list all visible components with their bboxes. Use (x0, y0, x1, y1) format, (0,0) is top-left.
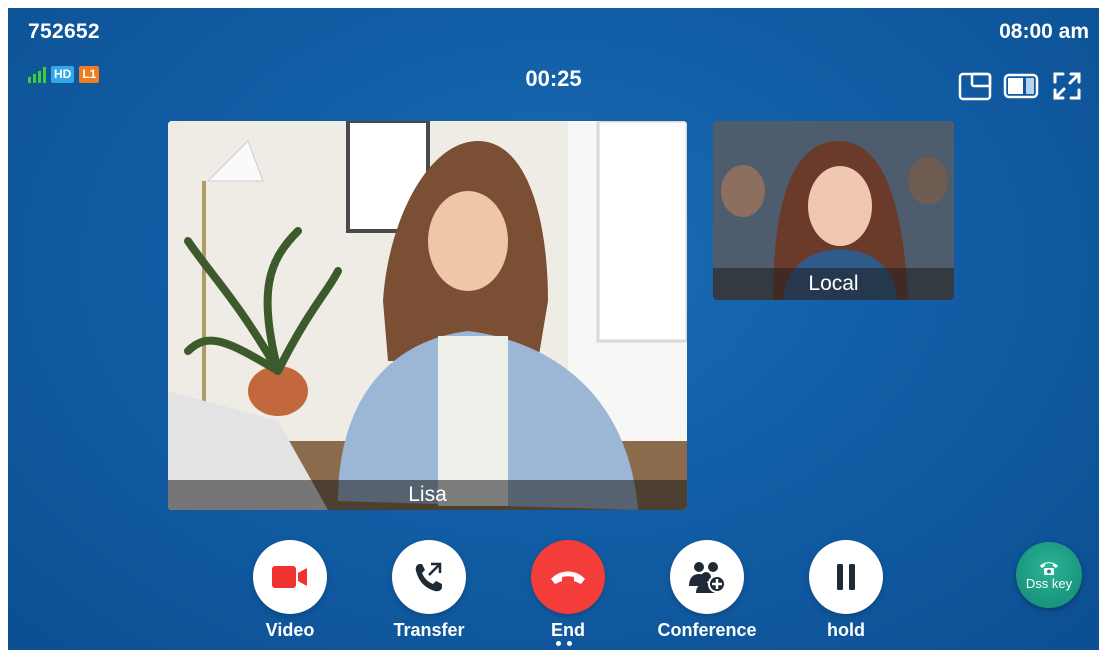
transfer-phone-icon (415, 562, 442, 592)
local-video[interactable]: Local (713, 121, 954, 300)
remote-video-image (168, 121, 687, 510)
layout-switcher (957, 68, 1085, 104)
video-label: Video (265, 620, 315, 640)
remote-video[interactable]: Lisa (168, 121, 687, 510)
dss-key-label: Dss key (1025, 575, 1073, 591)
conference-button[interactable] (670, 540, 744, 614)
conference-label: Conference (657, 620, 757, 640)
pause-icon (837, 564, 855, 590)
page-indicator (556, 641, 572, 646)
video-button[interactable] (253, 540, 327, 614)
video-control: Video (253, 540, 392, 641)
remote-name-label: Lisa (168, 480, 687, 510)
call-timer: 00:25 (525, 66, 582, 91)
picture-in-picture-icon[interactable] (957, 68, 993, 104)
end-call-button[interactable] (531, 540, 605, 614)
clock: 08:00 am (999, 20, 1089, 43)
hold-button[interactable] (809, 540, 883, 614)
phone-icon (1040, 561, 1058, 575)
extension-number: 752652 (28, 20, 100, 43)
hold-control: hold (809, 540, 948, 641)
split-view-icon[interactable] (1003, 68, 1039, 104)
conference-add-icon (689, 562, 726, 593)
end-label: End (551, 620, 585, 640)
transfer-control: Transfer (392, 540, 531, 641)
video-camera-icon (272, 566, 307, 588)
end-control: End (531, 540, 670, 641)
transfer-button[interactable] (392, 540, 466, 614)
end-call-icon (551, 571, 585, 584)
call-controls: Video Transfer End Conference hold (253, 540, 948, 641)
local-name-label: Local (713, 268, 954, 300)
dss-key-button[interactable]: Dss key (1016, 542, 1082, 608)
conference-control: Conference (657, 540, 809, 641)
transfer-label: Transfer (393, 620, 465, 640)
hold-label: hold (827, 620, 865, 640)
call-screen: 752652 08:00 am HD L1 00:25 Lisa Local V… (8, 8, 1099, 650)
fullscreen-icon[interactable] (1049, 68, 1085, 104)
